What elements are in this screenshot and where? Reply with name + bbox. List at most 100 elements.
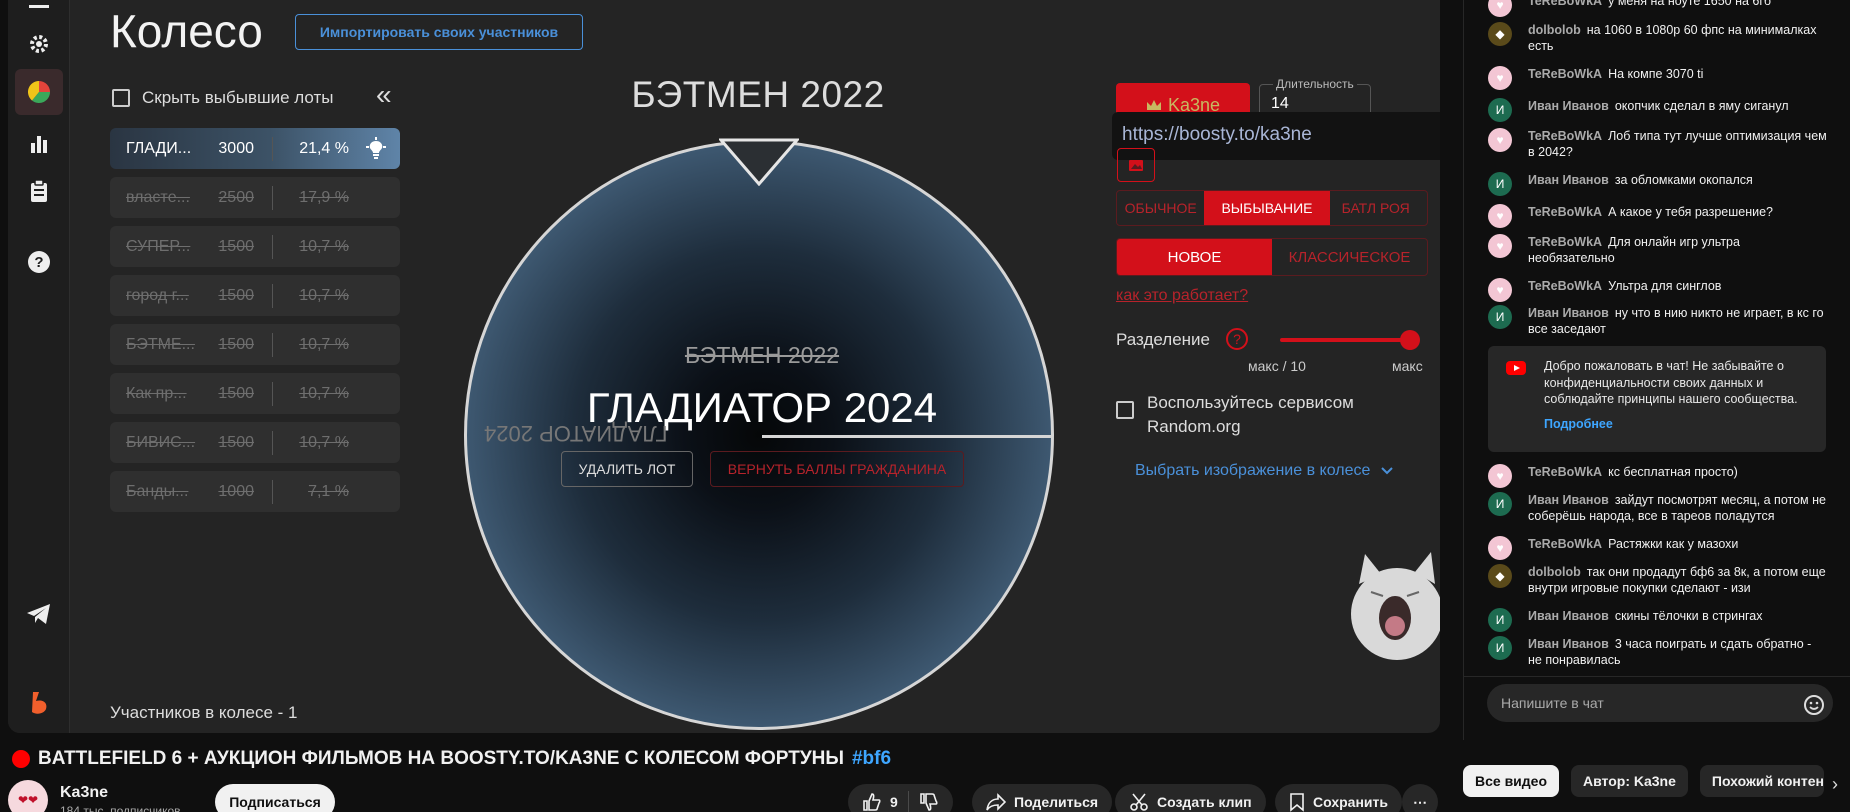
duration-value: 14 <box>1271 95 1289 112</box>
chat-author[interactable]: TeReBoWkA <box>1528 0 1602 8</box>
hide-eliminated-toggle[interactable]: Скрыть выбывшие лоты <box>112 88 334 108</box>
learn-more-link[interactable]: Подробнее <box>1544 416 1814 433</box>
user-avatar[interactable]: ♥ <box>1488 234 1512 258</box>
chevron-right-icon[interactable]: › <box>1832 774 1838 795</box>
return-points-button[interactable]: ВЕРНУТЬ БАЛЛЫ ГРАЖДАНИНА <box>710 451 964 487</box>
user-avatar[interactable]: ♥ <box>1488 464 1512 488</box>
subscribe-button[interactable]: Подписаться <box>215 784 335 812</box>
chip-all-videos[interactable]: Все видео <box>1463 765 1560 797</box>
thumbs-down-icon[interactable] <box>919 792 939 812</box>
wheel-pie-icon[interactable] <box>15 69 63 115</box>
chat-author[interactable]: TeReBoWkA <box>1528 235 1602 249</box>
split-slider-track[interactable] <box>1280 338 1414 342</box>
menu-icon[interactable] <box>22 0 56 26</box>
mode-tab-elimination[interactable]: ВЫБЫВАНИЕ <box>1204 191 1330 225</box>
chip-author[interactable]: Автор: Ka3ne <box>1571 765 1688 797</box>
chat-author[interactable]: TeReBoWkA <box>1528 67 1602 81</box>
like-count: 9 <box>890 794 898 810</box>
user-avatar[interactable]: И <box>1488 636 1512 660</box>
lot-row[interactable]: Как пр... 1500 10,7 % <box>110 373 400 414</box>
chat-author[interactable]: TeReBoWkA <box>1528 129 1602 143</box>
chip-similar[interactable]: Похожий контент <box>1699 765 1824 797</box>
chat-author[interactable]: dolbolob <box>1528 565 1581 579</box>
split-slider-handle[interactable] <box>1400 330 1420 350</box>
choose-wheel-image-dropdown[interactable]: Выбрать изображение в колесе <box>1135 462 1394 480</box>
mode-tab-normal[interactable]: ОБЫЧНОЕ <box>1117 191 1204 225</box>
chat-author[interactable]: Иван Иванов <box>1528 306 1609 320</box>
lot-row[interactable]: БИВИС... 1500 10,7 % <box>110 422 400 463</box>
submode-tab-classic[interactable]: КЛАССИЧЕСКОЕ <box>1272 239 1427 275</box>
image-upload-button[interactable] <box>1117 148 1155 182</box>
chat-message: ◆ dolbolob так они продадут бф6 за 8к, а … <box>1488 564 1828 596</box>
chat-author[interactable]: dolbolob <box>1528 23 1581 37</box>
more-actions-button[interactable]: ⋯ <box>1402 784 1438 812</box>
lot-row[interactable]: город г... 1500 10,7 % <box>110 275 400 316</box>
user-avatar[interactable]: ♥ <box>1488 128 1512 152</box>
how-it-works-link[interactable]: как это работает? <box>1116 287 1248 305</box>
user-avatar[interactable]: ◆ <box>1488 564 1512 588</box>
chat-author[interactable]: Иван Иванов <box>1528 99 1609 113</box>
delete-lot-button[interactable]: УДАЛИТЬ ЛОТ <box>561 451 693 487</box>
share-button[interactable]: Поделиться <box>972 784 1113 812</box>
lot-row[interactable]: властe... 2500 17,9 % <box>110 177 400 218</box>
wheel-current-label: БЭТМЕН 2022 <box>631 74 885 115</box>
random-org-checkbox[interactable] <box>1116 401 1134 419</box>
lot-name: Банды... <box>126 482 189 500</box>
lot-percent: 7,1 % <box>308 482 349 500</box>
help-icon[interactable]: ? <box>22 245 56 279</box>
user-avatar[interactable]: И <box>1488 305 1512 329</box>
chat-message: ♥ TeReBoWkA Для онлайн игр ультра необяза… <box>1488 234 1828 266</box>
emoji-icon[interactable] <box>1803 694 1825 716</box>
video-player[interactable]: ? Колесо Импортировать своих участников … <box>8 0 1440 733</box>
chat-message: ♥ TeReBoWkA Растяжки как у мазохи <box>1488 536 1828 560</box>
lot-percent: 10,7 % <box>299 237 349 255</box>
save-button[interactable]: Сохранить <box>1275 784 1402 812</box>
user-avatar[interactable]: И <box>1488 492 1512 516</box>
chat-message: ◆ dolbolob на 1060 в 1080р 60 фпс на мини… <box>1488 22 1828 54</box>
hashtag-link[interactable]: #bf6 <box>852 748 891 770</box>
split-help-icon[interactable]: ? <box>1226 328 1248 350</box>
chat-message: ♥ TeReBoWkA Лоб типа тут лучше оптимизаци… <box>1488 128 1828 160</box>
chat-author[interactable]: TeReBoWkA <box>1528 537 1602 551</box>
channel-name[interactable]: Ka3ne <box>60 784 108 802</box>
lot-row[interactable]: Банды... 1000 7,1 % <box>110 471 400 512</box>
user-avatar[interactable]: ♥ <box>1488 204 1512 228</box>
chat-author[interactable]: TeReBoWkA <box>1528 205 1602 219</box>
lot-percent: 10,7 % <box>299 286 349 304</box>
user-avatar[interactable]: ♥ <box>1488 66 1512 90</box>
chat-author[interactable]: Иван Иванов <box>1528 493 1609 507</box>
import-participants-button[interactable]: Импортировать своих участников <box>295 14 583 50</box>
lot-amount: 1000 <box>218 482 254 500</box>
settings-gear-icon[interactable] <box>22 27 56 61</box>
submode-tab-new[interactable]: НОВОЕ <box>1117 239 1272 275</box>
create-clip-button[interactable]: Создать клип <box>1115 784 1266 812</box>
eliminated-lot-label: БЭТМЕН 2022 <box>684 342 840 368</box>
collapse-panel-icon[interactable]: « <box>376 81 392 109</box>
user-avatar[interactable]: И <box>1488 172 1512 196</box>
user-avatar[interactable]: И <box>1488 98 1512 122</box>
svg-text:?: ? <box>34 254 43 271</box>
user-avatar[interactable]: ◆ <box>1488 22 1512 46</box>
lot-row[interactable]: СУПЕР... 1500 10,7 % <box>110 226 400 267</box>
chat-author[interactable]: TeReBoWkA <box>1528 465 1602 479</box>
user-avatar[interactable]: И <box>1488 608 1512 632</box>
chat-author[interactable]: Иван Иванов <box>1528 173 1609 187</box>
bar-chart-icon[interactable] <box>22 127 56 161</box>
user-avatar[interactable]: ♥ <box>1488 278 1512 302</box>
lot-row[interactable]: ГЛАДИ... 3000 21,4 % <box>110 128 400 169</box>
telegram-icon[interactable] <box>22 597 56 631</box>
chat-author[interactable]: TeReBoWkA <box>1528 279 1602 293</box>
mode-tab-battle-royale[interactable]: БАТЛ РОЯ <box>1330 191 1427 225</box>
user-avatar[interactable]: ♥ <box>1488 536 1512 560</box>
thumbs-up-icon[interactable] <box>862 792 882 812</box>
clipboard-icon[interactable] <box>22 174 56 208</box>
chat-author[interactable]: Иван Иванов <box>1528 609 1609 623</box>
hide-eliminated-checkbox[interactable] <box>112 89 130 107</box>
lot-row[interactable]: БЭТМЕ... 1500 10,7 % <box>110 324 400 365</box>
channel-avatar[interactable]: ❤❤ <box>8 780 48 812</box>
boosty-logo-icon[interactable] <box>22 686 56 720</box>
chat-author[interactable]: Иван Иванов <box>1528 637 1609 651</box>
lots-list: ГЛАДИ... 3000 21,4 % властe... 2500 17,9… <box>110 128 400 520</box>
chat-input[interactable]: Напишите в чат <box>1487 684 1833 722</box>
lightbulb-icon[interactable] <box>366 137 386 166</box>
